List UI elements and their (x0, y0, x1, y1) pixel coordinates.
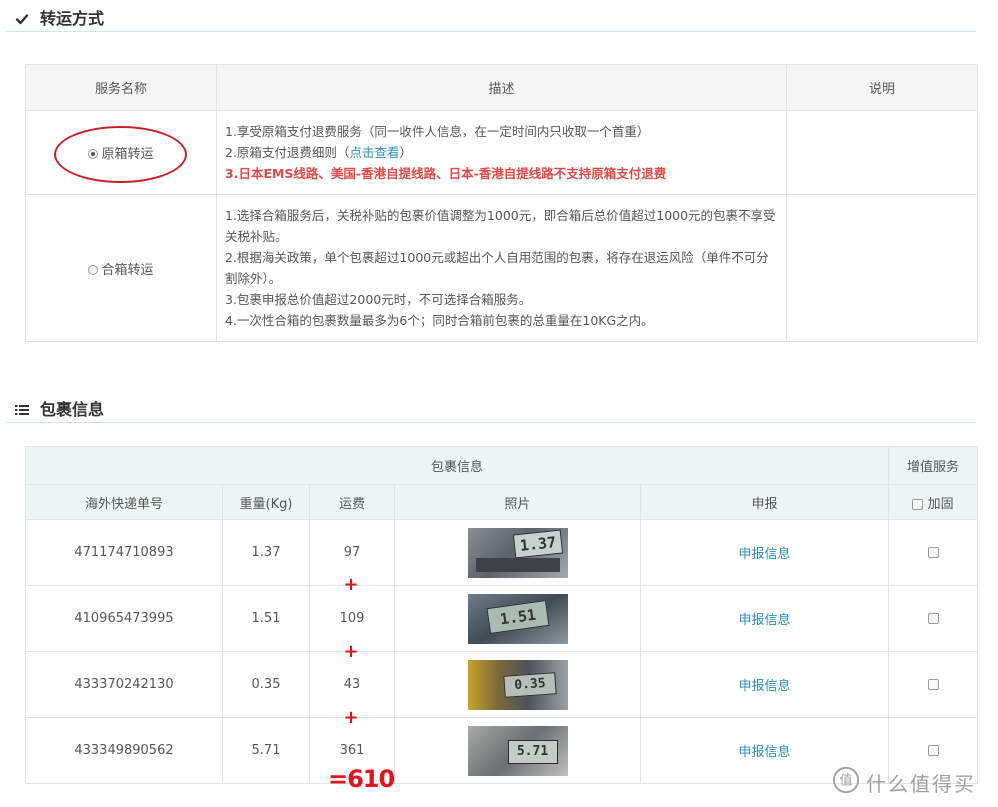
declaration-info-link[interactable]: 申报信息 (739, 745, 791, 760)
scale-display: 0.35 (502, 671, 557, 698)
plus-annotation: + (343, 574, 359, 595)
plus-annotation: + (343, 641, 359, 662)
photo-cell[interactable]: 0.35 (394, 651, 641, 718)
desc-line: 1.选择合箱服务后，关税补贴的包裹价值调整为1000元，即合箱后总价值超过100… (225, 208, 776, 244)
notes-original-box (786, 110, 978, 195)
shipping-section-header: 转运方式 (6, 3, 976, 32)
package-section-title: 包裹信息 (40, 400, 105, 419)
scale-display: 5.71 (507, 739, 558, 764)
notes-combined-box (786, 194, 978, 342)
package-info-header: 包裹信息 (24, 446, 890, 485)
photo-cell[interactable]: 1.37 (394, 519, 641, 586)
tracking-number: 471174710893 (25, 519, 223, 586)
reinforce-cell[interactable] (888, 651, 979, 718)
list-icon (15, 405, 29, 415)
table-row: 471174710893 1.37 97 1.37 申报信息 (25, 519, 979, 586)
desc-line: 4.一次性合箱的包裹数量最多为6个；同时合箱前包裹的总重量在10KG之内。 (225, 313, 654, 328)
description-combined-box: 1.选择合箱服务后，关税补贴的包裹价值调整为1000元，即合箱后总价值超过100… (216, 194, 787, 342)
desc-line: 3.包裹申报总价值超过2000元时，不可选择合箱服务。 (225, 292, 532, 307)
header-description: 描述 (216, 64, 787, 111)
reinforce-checkbox[interactable] (927, 613, 939, 624)
package-photo[interactable]: 5.71 (467, 725, 568, 776)
plus-annotation: + (343, 707, 359, 728)
description-original-box: 1.享受原箱支付退费服务（同一收件人信息，在一定时间内只收取一个首重） 2.原箱… (216, 110, 787, 195)
package-photo[interactable]: 1.37 (467, 527, 568, 578)
desc-line: 2.原箱支付退费细则（点击查看） (225, 145, 412, 160)
tracking-number: 410965473995 (25, 585, 223, 652)
warning-line: 3.日本EMS线路、美国-香港自提线路、日本-香港自提线路不支持原箱支付退费 (225, 166, 667, 181)
option-original-box[interactable]: 原箱转运 (25, 110, 217, 195)
check-icon (15, 14, 29, 25)
table-row: 433370242130 0.35 43 0.35 申报信息 (25, 651, 979, 718)
reinforce-checkbox[interactable] (927, 679, 939, 690)
weight: 1.37 (222, 519, 310, 586)
declare-cell: 申报信息 (639, 651, 890, 718)
reinforce-label: 加固 (927, 496, 954, 512)
total-annotation: =610 (328, 765, 395, 793)
package-photo[interactable]: 0.35 (467, 659, 568, 710)
header-service-name: 服务名称 (25, 64, 217, 111)
col-tracking: 海外快递单号 (25, 484, 223, 520)
option-combined-box[interactable]: 合箱转运 (25, 194, 217, 342)
view-details-link[interactable]: 点击查看 (349, 145, 399, 160)
col-photo: 照片 (394, 484, 641, 520)
watermark-text: 什么值得买 (866, 772, 976, 796)
declaration-info-link[interactable]: 申报信息 (739, 547, 791, 562)
declare-cell: 申报信息 (639, 519, 890, 586)
value-added-header: 增值服务 (888, 446, 979, 485)
tracking-number: 433370242130 (25, 651, 223, 718)
col-reinforce-header[interactable]: 加固 (888, 484, 979, 520)
option-label-original-box: 原箱转运 (101, 147, 154, 162)
reinforce-checkbox[interactable] (927, 547, 939, 558)
declaration-info-link[interactable]: 申报信息 (739, 679, 791, 694)
scale-display: 1.37 (512, 529, 563, 558)
header-notes: 说明 (786, 64, 978, 111)
site-watermark: 值 什么值得买 (830, 762, 995, 802)
col-declare: 申报 (639, 484, 890, 520)
shipping-method-table: 服务名称 描述 说明 原箱转运 1.享受原箱支付退费服务（同一收件人信息，在一定… (25, 64, 978, 342)
scale-display: 1.51 (485, 599, 550, 634)
tracking-number: 433349890562 (25, 717, 223, 784)
declare-cell: 申报信息 (639, 585, 890, 652)
watermark-logo-icon: 值 (832, 766, 860, 794)
reinforce-all-checkbox[interactable] (912, 498, 924, 510)
col-weight: 重量(Kg) (222, 484, 310, 520)
col-fee: 运费 (309, 484, 395, 520)
desc-line: 1.享受原箱支付退费服务（同一收件人信息，在一定时间内只收取一个首重） (225, 124, 650, 139)
table-row: 410965473995 1.51 109 1.51 申报信息 (25, 585, 979, 652)
weight: 5.71 (222, 717, 310, 784)
photo-cell[interactable]: 1.51 (394, 585, 641, 652)
option-label-combined-box: 合箱转运 (101, 262, 154, 278)
radio-combined-box[interactable] (88, 264, 99, 275)
reinforce-checkbox[interactable] (927, 745, 939, 756)
photo-cell[interactable]: 5.71 (394, 717, 641, 784)
shipping-section-title: 转运方式 (40, 9, 105, 28)
reinforce-cell[interactable] (888, 519, 979, 586)
svg-text:值: 值 (839, 773, 852, 789)
weight: 1.51 (222, 585, 310, 652)
package-photo[interactable]: 1.51 (467, 593, 568, 644)
package-section-header: 包裹信息 (6, 394, 976, 423)
reinforce-cell[interactable] (888, 585, 979, 652)
radio-original-box[interactable] (88, 149, 99, 159)
package-table: 包裹信息 增值服务 海外快递单号 重量(Kg) 运费 照片 申报 加固 4711… (24, 446, 979, 784)
weight: 0.35 (222, 651, 310, 718)
declaration-info-link[interactable]: 申报信息 (739, 613, 791, 628)
desc-line: 2.根据海关政策，单个包裹超过1000元或超出个人自用范围的包裹，将存在退运风险… (225, 250, 769, 286)
